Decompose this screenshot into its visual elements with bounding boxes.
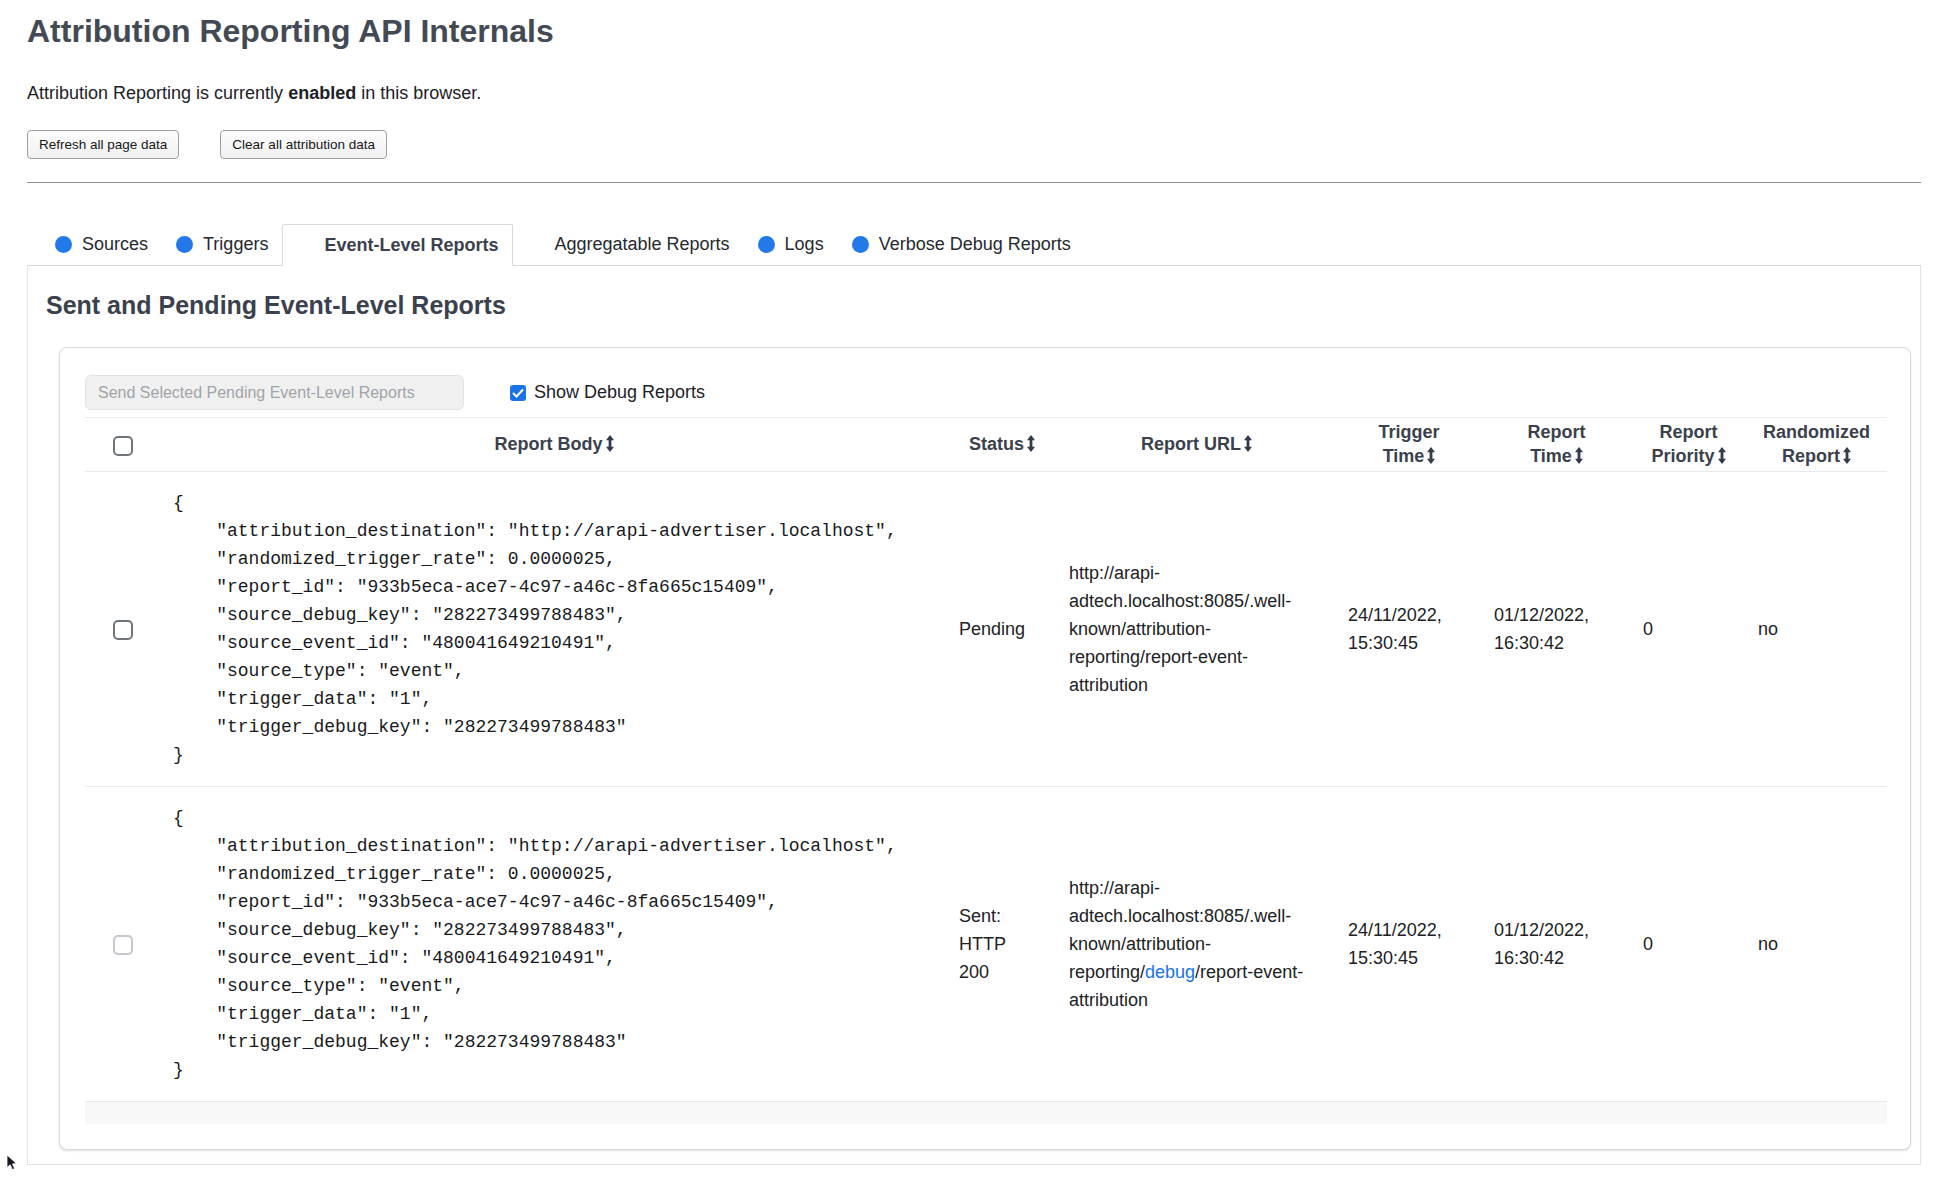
report-url: http://arapi-adtech.localhost:8085/.well… <box>1057 787 1336 1102</box>
trigger-time: 24/11/2022, 15:30:45 <box>1336 472 1482 787</box>
tab-label: Triggers <box>203 234 268 255</box>
report-time: 01/12/2022, 16:30:42 <box>1482 472 1631 787</box>
tab-label: Logs <box>785 234 824 255</box>
row-checkbox[interactable] <box>113 935 133 955</box>
section-heading: Sent and Pending Event-Level Reports <box>46 292 1911 319</box>
tab-logs[interactable]: Logs <box>744 224 838 265</box>
tab-label: Sources <box>82 234 148 255</box>
select-all-checkbox[interactable] <box>113 436 133 456</box>
report-row: { "attribution_destination": "http://ara… <box>85 787 1887 1102</box>
randomized-report: no <box>1746 472 1887 787</box>
show-debug-toggle[interactable]: Show Debug Reports <box>510 382 705 403</box>
report-url: http://arapi-adtech.localhost:8085/.well… <box>1057 472 1336 787</box>
data-present-dot-icon <box>758 236 775 253</box>
clear-all-button[interactable]: Clear all attribution data <box>220 130 387 159</box>
col-trigger-time[interactable]: Trigger Time <box>1336 418 1482 472</box>
tab-sources[interactable]: Sources <box>41 224 162 265</box>
randomized-report: no <box>1746 787 1887 1102</box>
tab-verbose-debug-reports[interactable]: Verbose Debug Reports <box>838 224 1085 265</box>
tab-aggregatable-reports[interactable]: Aggregatable Reports <box>513 224 743 265</box>
data-present-dot-icon <box>55 236 72 253</box>
table-footer-row <box>85 1102 1887 1124</box>
tab-event-level-reports[interactable]: Event-Level Reports <box>282 224 513 266</box>
col-report-time[interactable]: Report Time <box>1482 418 1631 472</box>
report-time: 01/12/2022, 16:30:42 <box>1482 787 1631 1102</box>
sort-icon <box>1843 447 1851 464</box>
send-selected-reports-button[interactable]: Send Selected Pending Event-Level Report… <box>85 375 464 410</box>
col-report-url[interactable]: Report URL <box>1057 418 1336 472</box>
report-row: { "attribution_destination": "http://ara… <box>85 472 1887 787</box>
page: Attribution Reporting API Internals Attr… <box>0 12 1948 1165</box>
tab-triggers[interactable]: Triggers <box>162 224 282 265</box>
tab-label: Aggregatable Reports <box>554 234 729 255</box>
reports-card: Send Selected Pending Event-Level Report… <box>59 347 1911 1150</box>
sort-icon <box>1575 447 1583 464</box>
tabstrip: Sources Triggers Event-Level Reports Aggreg… <box>27 224 1921 266</box>
reports-table: Report Body Status Report URL Trigger Ti… <box>85 417 1887 1124</box>
row-checkbox[interactable] <box>113 620 133 640</box>
report-priority: 0 <box>1631 787 1746 1102</box>
mouse-cursor-icon <box>6 1155 20 1171</box>
sort-icon <box>606 435 614 452</box>
report-body-json: { "attribution_destination": "http://ara… <box>173 489 939 769</box>
report-status: Sent: HTTP 200 <box>947 787 1057 1102</box>
col-report-body[interactable]: Report Body <box>161 418 947 472</box>
api-status-state: enabled <box>288 83 356 103</box>
divider <box>27 182 1921 183</box>
api-status-line: Attribution Reporting is currently enabl… <box>27 83 1921 104</box>
select-all-header <box>85 418 161 472</box>
sort-icon <box>1427 447 1435 464</box>
refresh-all-button[interactable]: Refresh all page data <box>27 130 179 159</box>
event-level-reports-panel: Sent and Pending Event-Level Reports Sen… <box>27 266 1921 1165</box>
sort-icon <box>1027 435 1035 452</box>
trigger-time: 24/11/2022, 15:30:45 <box>1336 787 1482 1102</box>
debug-link[interactable]: debug <box>1145 962 1195 982</box>
tab-label: Verbose Debug Reports <box>879 234 1071 255</box>
sort-icon <box>1244 435 1252 452</box>
tab-label: Event-Level Reports <box>324 235 498 256</box>
page-title: Attribution Reporting API Internals <box>27 12 1921 50</box>
dot-placeholder <box>297 237 314 254</box>
report-priority: 0 <box>1631 472 1746 787</box>
dot-placeholder <box>527 236 544 253</box>
sort-icon <box>1718 447 1726 464</box>
data-present-dot-icon <box>852 236 869 253</box>
col-randomized-report[interactable]: Randomized Report <box>1746 418 1887 472</box>
report-body-json: { "attribution_destination": "http://ara… <box>173 804 939 1084</box>
report-controls: Send Selected Pending Event-Level Report… <box>85 375 1885 410</box>
report-status: Pending <box>947 472 1057 787</box>
col-status[interactable]: Status <box>947 418 1057 472</box>
col-report-priority[interactable]: Report Priority <box>1631 418 1746 472</box>
table-header-row: Report Body Status Report URL Trigger Ti… <box>85 418 1887 472</box>
checkmark-icon <box>512 388 524 398</box>
show-debug-label: Show Debug Reports <box>534 382 705 403</box>
show-debug-checkbox[interactable] <box>510 385 526 401</box>
data-present-dot-icon <box>176 236 193 253</box>
toolbar: Refresh all page data Clear all attribut… <box>27 130 1921 159</box>
